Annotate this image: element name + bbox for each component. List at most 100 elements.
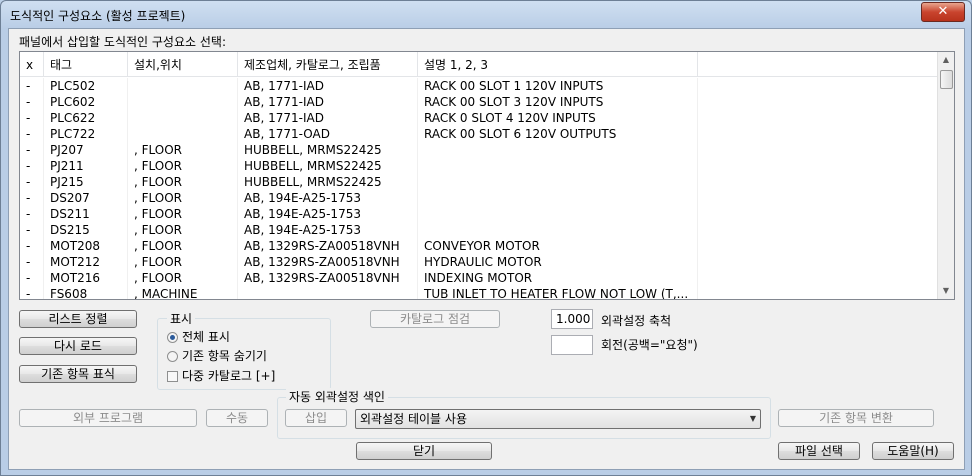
- cell-description: [418, 206, 698, 222]
- cell-x: -: [20, 94, 44, 110]
- cell-description: [418, 190, 698, 206]
- cell-location: , FLOOR: [128, 206, 238, 222]
- cell-x: -: [20, 190, 44, 206]
- table-row[interactable]: - PLC602 AB, 1771-IAD RACK 00 SLOT 3 120V I…: [20, 94, 938, 110]
- sort-list-button[interactable]: 리스트 정렬: [19, 310, 137, 328]
- scroll-up-icon[interactable]: ▲: [938, 52, 954, 68]
- help-button[interactable]: 도움말(H): [872, 442, 954, 460]
- cell-description: TUB INLET TO HEATER FLOW NOT LOW (T,...: [418, 286, 698, 299]
- cell-description: RACK 00 SLOT 3 120V INPUTS: [418, 94, 698, 110]
- column-header-tag[interactable]: 태그: [44, 52, 128, 76]
- cell-location: , FLOOR: [128, 158, 238, 174]
- table-row[interactable]: - PLC722 AB, 1771-OAD RACK 00 SLOT 6 120V O…: [20, 126, 938, 142]
- rotation-label: 회전(공백="요청"): [601, 338, 698, 352]
- mark-existing-button[interactable]: 기존 항목 표식: [19, 365, 137, 383]
- cell-extra: [698, 206, 938, 222]
- cell-location: , FLOOR: [128, 142, 238, 158]
- scale-input[interactable]: 1.000: [551, 309, 593, 329]
- cell-x: -: [20, 222, 44, 238]
- cell-location: [128, 126, 238, 142]
- cell-catalog: [238, 286, 418, 299]
- cell-description: [418, 174, 698, 190]
- cell-location: , FLOOR: [128, 254, 238, 270]
- catalog-check-button[interactable]: 카탈로그 점검: [370, 310, 500, 328]
- auto-index-combo[interactable]: 외곽설정 테이블 사용 ▼: [355, 409, 761, 429]
- hide-existing-radio[interactable]: 기존 항목 숨기기: [167, 348, 267, 364]
- cell-description: RACK 00 SLOT 1 120V INPUTS: [418, 78, 698, 94]
- table-row[interactable]: - PJ215, FLOOR HUBBELL, MRMS22425: [20, 174, 938, 190]
- cell-extra: [698, 142, 938, 158]
- cell-extra: [698, 94, 938, 110]
- column-header-description[interactable]: 설명 1, 2, 3: [418, 52, 698, 76]
- cell-catalog: AB, 1771-OAD: [238, 126, 418, 142]
- cell-catalog: AB, 1771-IAD: [238, 78, 418, 94]
- cell-location: [128, 110, 238, 126]
- close-window-button[interactable]: ✕: [921, 2, 965, 22]
- close-button[interactable]: 닫기: [356, 442, 492, 460]
- components-list[interactable]: x 태그 설치,위치 제조업체, 카탈로그, 조립품 설명 1, 2, 3 -P…: [19, 51, 955, 300]
- list-rows: - PLC502 AB, 1771-IAD RACK 00 SLOT 1 120V I…: [20, 78, 938, 299]
- table-row[interactable]: - FS608, MACHINE TUB INLET TO HEATER FLOW …: [20, 286, 938, 299]
- cell-location: , FLOOR: [128, 270, 238, 286]
- table-row[interactable]: - MOT212, FLOOR AB, 1329RS-ZA00518VNH HYDRA…: [20, 254, 938, 270]
- cell-tag: PLC622: [44, 110, 128, 126]
- scroll-thumb[interactable]: [940, 70, 953, 89]
- cell-x: -: [20, 206, 44, 222]
- show-all-label: 전체 표시: [182, 330, 230, 344]
- dialog-window: 도식적인 구성요소 (활성 프로젝트) ✕ 패널에서 삽입할 도식적인 구성요소…: [0, 0, 972, 476]
- scale-label: 외곽설정 축척: [601, 314, 672, 328]
- cell-extra: [698, 174, 938, 190]
- cell-extra: [698, 286, 938, 299]
- cell-tag: MOT212: [44, 254, 128, 270]
- window-title: 도식적인 구성요소 (활성 프로젝트): [10, 9, 186, 23]
- manual-button[interactable]: 수동: [206, 409, 268, 427]
- table-row[interactable]: - PJ211, FLOOR HUBBELL, MRMS22425: [20, 158, 938, 174]
- title-bar[interactable]: 도식적인 구성요소 (활성 프로젝트) ✕: [1, 1, 971, 29]
- cell-location: , MACHINE: [128, 286, 238, 299]
- cell-tag: PLC722: [44, 126, 128, 142]
- cell-x: -: [20, 158, 44, 174]
- table-row[interactable]: - DS207, FLOOR AB, 194E-A25-1753: [20, 190, 938, 206]
- table-row[interactable]: - PJ207, FLOOR HUBBELL, MRMS22425: [20, 142, 938, 158]
- column-header-x[interactable]: x: [20, 52, 44, 76]
- cell-location: , FLOOR: [128, 222, 238, 238]
- cell-x: -: [20, 238, 44, 254]
- cell-x: -: [20, 174, 44, 190]
- cell-catalog: AB, 1329RS-ZA00518VNH: [238, 238, 418, 254]
- reload-button[interactable]: 다시 로드: [19, 337, 137, 355]
- cell-tag: PJ215: [44, 174, 128, 190]
- multi-catalog-checkbox[interactable]: 다중 카탈로그 [+]: [167, 368, 275, 384]
- external-program-button[interactable]: 외부 프로그램: [19, 409, 197, 427]
- insert-button[interactable]: 삽입: [285, 409, 347, 427]
- show-all-radio[interactable]: 전체 표시: [167, 329, 230, 345]
- checkbox-icon: [167, 371, 178, 382]
- column-header-location[interactable]: 설치,위치: [128, 52, 238, 76]
- table-row[interactable]: - MOT208, FLOOR AB, 1329RS-ZA00518VNH CONVE…: [20, 238, 938, 254]
- column-header-catalog[interactable]: 제조업체, 카탈로그, 조립품: [238, 52, 418, 76]
- table-row[interactable]: - PLC502 AB, 1771-IAD RACK 00 SLOT 1 120V I…: [20, 78, 938, 94]
- cell-extra: [698, 78, 938, 94]
- cell-catalog: AB, 194E-A25-1753: [238, 206, 418, 222]
- cell-tag: PLC602: [44, 94, 128, 110]
- table-row[interactable]: - PLC622 AB, 1771-IAD RACK 0 SLOT 4 120V IN…: [20, 110, 938, 126]
- cell-catalog: AB, 194E-A25-1753: [238, 190, 418, 206]
- table-row[interactable]: - DS215, FLOOR AB, 194E-A25-1753: [20, 222, 938, 238]
- table-row[interactable]: - MOT216, FLOOR AB, 1329RS-ZA00518VNH INDEX…: [20, 270, 938, 286]
- rotation-input[interactable]: [551, 335, 593, 355]
- cell-description: [418, 222, 698, 238]
- cell-description: INDEXING MOTOR: [418, 270, 698, 286]
- cell-tag: PJ207: [44, 142, 128, 158]
- cell-extra: [698, 270, 938, 286]
- list-scrollbar[interactable]: ▲ ▼: [937, 52, 954, 299]
- table-row[interactable]: - DS211, FLOOR AB, 194E-A25-1753: [20, 206, 938, 222]
- cell-catalog: AB, 1329RS-ZA00518VNH: [238, 270, 418, 286]
- scroll-down-icon[interactable]: ▼: [938, 283, 954, 299]
- convert-existing-button[interactable]: 기존 항목 변환: [778, 409, 934, 427]
- dialog-client-area: 패널에서 삽입할 도식적인 구성요소 선택: x 태그 설치,위치 제조업체, …: [8, 28, 965, 470]
- select-file-button[interactable]: 파일 선택: [778, 442, 860, 460]
- close-icon: ✕: [937, 4, 949, 19]
- cell-catalog: HUBBELL, MRMS22425: [238, 158, 418, 174]
- cell-x: -: [20, 270, 44, 286]
- cell-description: RACK 0 SLOT 4 120V INPUTS: [418, 110, 698, 126]
- column-header-blank[interactable]: [698, 52, 938, 76]
